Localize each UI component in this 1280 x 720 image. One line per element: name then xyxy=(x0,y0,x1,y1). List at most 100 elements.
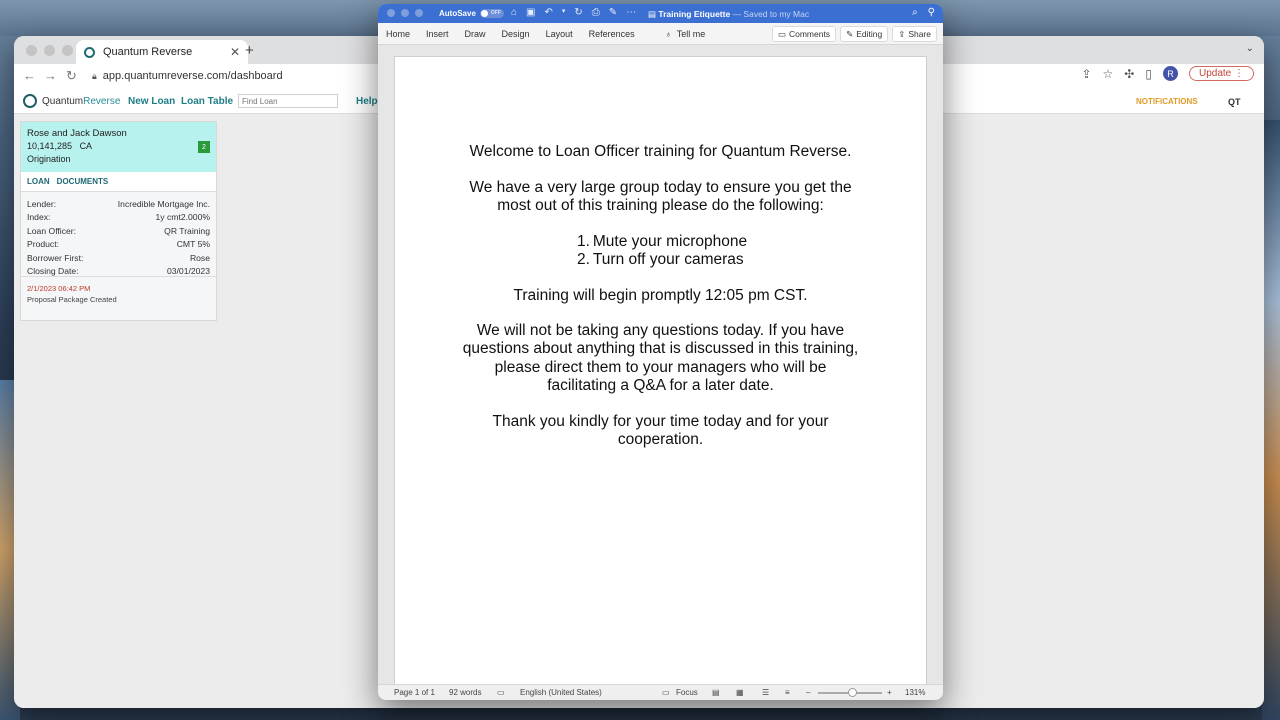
loan-count-badge: 2 xyxy=(198,141,210,153)
undo-icon[interactable]: ↶ xyxy=(545,7,553,18)
loan-card[interactable]: Rose and Jack Dawson 10,141,285 CA Origi… xyxy=(20,121,217,321)
word-minimize-button[interactable] xyxy=(401,9,409,17)
share-icon: ⇪ xyxy=(898,28,906,39)
document-body[interactable]: Welcome to Loan Officer training for Qua… xyxy=(395,143,926,466)
help-link[interactable]: Help xyxy=(356,96,378,107)
tab-layout[interactable]: Layout xyxy=(546,29,573,39)
word-status-bar: Page 1 of 1 92 words ▭ English (United S… xyxy=(378,684,943,700)
focus-icon[interactable]: ▭ xyxy=(662,688,670,697)
tell-me-search[interactable]: ♁ Tell me xyxy=(665,29,705,39)
share-button[interactable]: ⇪ Share xyxy=(892,26,937,42)
word-maximize-button[interactable] xyxy=(415,9,423,17)
quantum-favicon-icon xyxy=(84,46,95,58)
chevron-down-icon[interactable]: ⌄ xyxy=(1246,43,1254,54)
print-icon[interactable]: ⎙ xyxy=(592,7,600,18)
more-icon[interactable]: ⋯ xyxy=(626,7,636,18)
tab-draw[interactable]: Draw xyxy=(465,29,486,39)
outline-view-icon[interactable]: ☰ xyxy=(762,688,769,697)
word-close-button[interactable] xyxy=(387,9,395,17)
share-label: Share xyxy=(908,29,931,39)
lightbulb-icon: ♁ xyxy=(665,29,672,39)
autosave-control[interactable]: AutoSave OFF xyxy=(439,9,504,18)
edit-icon[interactable]: ✎ xyxy=(609,7,617,18)
draft-view-icon[interactable]: ≡ xyxy=(785,688,790,697)
new-loan-link[interactable]: New Loan xyxy=(128,96,175,107)
editing-button[interactable]: ✎ Editing xyxy=(840,26,889,42)
new-tab-icon[interactable]: + xyxy=(245,42,254,59)
tab-design[interactable]: Design xyxy=(502,29,530,39)
comments-button[interactable]: ▭ Comments xyxy=(771,26,837,42)
autosave-toggle[interactable]: OFF xyxy=(479,9,504,18)
detail-value: CMT 5% xyxy=(176,239,210,250)
page-count[interactable]: Page 1 of 1 xyxy=(394,688,435,697)
chevron-down-icon[interactable]: ▾ xyxy=(562,7,566,18)
proofing-icon[interactable]: ▭ xyxy=(497,688,505,697)
detail-label: Loan Officer: xyxy=(27,225,77,236)
document-icon: ▤ xyxy=(648,9,657,19)
find-loan-input[interactable] xyxy=(238,94,338,108)
logo-text-reverse: Reverse xyxy=(83,95,121,107)
reload-icon[interactable]: ↻ xyxy=(66,68,77,84)
search-icon[interactable]: ⌕ xyxy=(912,7,918,18)
word-window-controls[interactable] xyxy=(387,9,423,17)
welcome-paragraph: Welcome to Loan Officer training for Qua… xyxy=(469,143,852,160)
autosave-label: AutoSave xyxy=(439,9,476,18)
tab-documents[interactable]: DOCUMENTS xyxy=(57,177,109,186)
window-controls[interactable] xyxy=(26,45,73,56)
quick-access-toolbar: ⌂ ▣ ↶ ▾ ↻ ⎙ ✎ ⋯ xyxy=(511,7,636,18)
instructions-list: 1. Mute your microphone 2. Turn off your… xyxy=(574,233,747,269)
instructions-line-1: We have a very large group today to ensu… xyxy=(469,178,852,196)
back-arrow-icon[interactable]: ← xyxy=(23,68,36,83)
quantum-reverse-logo[interactable]: Quantum Reverse xyxy=(23,94,120,108)
zoom-slider-handle[interactable] xyxy=(848,688,857,697)
language[interactable]: English (United States) xyxy=(520,688,602,697)
print-layout-icon[interactable]: ▤ xyxy=(712,688,720,697)
forward-arrow-icon[interactable]: → xyxy=(44,68,57,83)
tab-references[interactable]: References xyxy=(589,29,635,39)
tab-insert[interactable]: Insert xyxy=(426,29,449,39)
notifications-link[interactable]: NOTIFICATIONS xyxy=(1136,97,1198,106)
activity-timestamp: 2/1/2023 06:42 PM xyxy=(27,284,91,293)
minimize-window-button[interactable] xyxy=(44,45,55,56)
detail-label: Closing Date: xyxy=(27,266,79,277)
address-bar[interactable]: 🔒︎ app.quantumreverse.com/dashboard xyxy=(92,67,382,85)
home-icon[interactable]: ⌂ xyxy=(511,7,517,18)
tab-home[interactable]: Home xyxy=(386,29,410,39)
maximize-window-button[interactable] xyxy=(62,45,73,56)
loan-details: Lender: Incredible Mortgage Inc. Index: … xyxy=(21,192,216,276)
web-layout-icon[interactable]: ▦ xyxy=(736,688,744,697)
list-number: 2. xyxy=(576,250,590,268)
zoom-level[interactable]: 131% xyxy=(905,688,925,697)
loan-table-link[interactable]: Loan Table xyxy=(181,96,233,107)
side-panel-icon[interactable]: ▯ xyxy=(1145,67,1152,81)
close-window-button[interactable] xyxy=(26,45,37,56)
zoom-in-icon[interactable]: + xyxy=(887,688,892,697)
focus-mode[interactable]: Focus xyxy=(676,688,698,697)
instructions-paragraph: We have a very large group today to ensu… xyxy=(395,179,926,215)
update-button[interactable]: Update ⋮ xyxy=(1188,66,1254,81)
tab-close-icon[interactable]: ✕ xyxy=(230,45,240,59)
logo-text-quantum: Quantum xyxy=(42,95,84,107)
browser-tab-quantum-reverse[interactable]: Quantum Reverse ✕ xyxy=(76,40,248,64)
user-menu[interactable]: QT xyxy=(1228,97,1241,107)
share-page-icon[interactable]: ⇪ xyxy=(1081,67,1091,81)
share-link-icon[interactable]: ⚲ xyxy=(928,7,935,18)
thanks-line-1: Thank you kindly for your time today and… xyxy=(492,412,829,430)
zoom-out-icon[interactable]: – xyxy=(806,688,810,697)
tell-me-label: Tell me xyxy=(676,29,706,39)
loan-number: 10,141,285 xyxy=(27,141,73,151)
word-count[interactable]: 92 words xyxy=(449,688,481,697)
extensions-puzzle-icon[interactable]: ✣ xyxy=(1124,67,1134,81)
profile-avatar[interactable]: R xyxy=(1162,66,1178,81)
thanks-line-2: cooperation. xyxy=(617,430,704,448)
loan-card-header[interactable]: Rose and Jack Dawson 10,141,285 CA Origi… xyxy=(21,122,216,172)
word-ribbon: Home Insert Draw Design Layout Reference… xyxy=(378,23,943,45)
logo-mark-icon xyxy=(23,94,37,108)
redo-icon[interactable]: ↻ xyxy=(574,7,582,18)
document-title: ▤ Training Etiquette — Saved to my Mac xyxy=(648,9,809,20)
bookmark-star-icon[interactable]: ☆ xyxy=(1103,67,1114,81)
save-icon[interactable]: ▣ xyxy=(526,7,535,18)
document-page[interactable]: Welcome to Loan Officer training for Qua… xyxy=(394,56,927,686)
list-item: 1. Mute your microphone xyxy=(574,233,747,251)
tab-loan[interactable]: LOAN xyxy=(27,177,50,186)
